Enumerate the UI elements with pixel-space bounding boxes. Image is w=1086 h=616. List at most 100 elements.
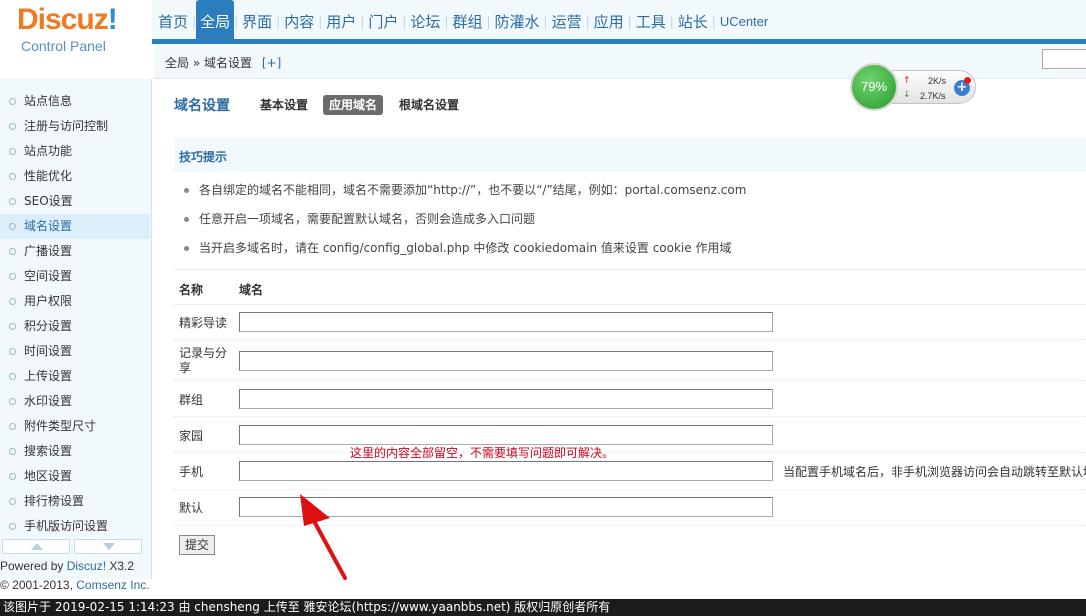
row-label: 精彩导读 xyxy=(179,316,228,330)
top-nav: 首页 | 全局 | 界面 | 内容 | 用户 | 门户 | 论坛 | 群组 | 防灌水 | 运营 | 应用 | 工具 | 站长 |… xyxy=(154,0,772,44)
sidebar-item-label: 性能优化 xyxy=(24,169,73,183)
tips-panel: 技巧提示 各自绑定的域名不能相同，域名不需要添加“http://”，也不要以“/… xyxy=(174,138,1086,266)
table-row: 群组 xyxy=(174,381,1086,417)
powered-by: Powered by Discuz! X3.2 xyxy=(0,559,135,573)
speed-percent: 79% xyxy=(850,63,898,111)
sidebar-item[interactable]: 水印设置 xyxy=(0,389,150,414)
arrow-up-icon xyxy=(31,543,43,550)
sidebar-scroll-buttons xyxy=(0,539,152,555)
row-label: 记录与分享 xyxy=(179,346,228,375)
logo-brand: Discuz! xyxy=(17,3,118,36)
domain-input-share[interactable] xyxy=(239,351,773,371)
breadcrumb-current: 域名设置 xyxy=(204,56,253,70)
domain-input-guide[interactable] xyxy=(239,312,773,332)
circle-bullet-icon xyxy=(9,398,16,405)
bullet-icon xyxy=(184,246,189,251)
tips-header: 技巧提示 xyxy=(174,138,1086,172)
circle-bullet-icon xyxy=(9,348,16,355)
logo[interactable]: Discuz! Control Panel xyxy=(0,0,152,72)
nav-item-10[interactable]: 应用 xyxy=(590,0,628,44)
breadcrumb: 全局 » 域名设置 [+] xyxy=(165,54,281,71)
circle-bullet-icon xyxy=(9,123,16,130)
arrow-down-icon xyxy=(103,543,115,550)
annotation-text: 这里的内容全部留空，不需要填写问题即可解决。 xyxy=(350,446,615,460)
discuz-link[interactable]: Discuz! xyxy=(67,559,106,573)
circle-bullet-icon xyxy=(9,323,16,330)
row-label: 手机 xyxy=(179,465,204,479)
tip-item: 任意开启一项域名，需要配置默认域名，否则会造成多入口问题 xyxy=(184,210,535,227)
mobile-domain-note: 当配置手机域名后，非手机浏览器访问会自动跳转至默认域 xyxy=(783,465,1086,479)
nav-item-3[interactable]: 内容 xyxy=(280,0,318,44)
sidebar-item[interactable]: 上传设置 xyxy=(0,364,150,389)
nav-item-6[interactable]: 论坛 xyxy=(406,0,444,44)
circle-bullet-icon xyxy=(9,473,16,480)
sidebar-item-label: 排行榜设置 xyxy=(24,494,85,508)
comsenz-link[interactable]: Comsenz Inc. xyxy=(76,578,149,592)
sidebar-item-label: 域名设置 xyxy=(24,219,73,233)
sidebar-item[interactable]: 域名设置 xyxy=(0,214,150,239)
sidebar-item[interactable]: 搜索设置 xyxy=(0,439,150,464)
sidebar-item[interactable]: 地区设置 xyxy=(0,464,150,489)
sidebar-item[interactable]: 站点功能 xyxy=(0,139,150,164)
nav-item-13[interactable]: UCenter xyxy=(716,0,772,44)
nav-item-5[interactable]: 门户 xyxy=(364,0,402,44)
breadcrumb-parent[interactable]: 全局 xyxy=(165,56,189,70)
sidebar-item-label: 手机版访问设置 xyxy=(24,519,109,533)
red-arrow-icon xyxy=(300,494,347,580)
sidebar-item[interactable]: 用户权限 xyxy=(0,289,150,314)
sidebar-item[interactable]: 附件类型尺寸 xyxy=(0,414,150,439)
watermark-bar: 该图片于 2019-02-15 1:14:23 由 chensheng 上传至 … xyxy=(0,599,1086,616)
sidebar-item[interactable]: 时间设置 xyxy=(0,339,150,364)
scroll-down-button[interactable] xyxy=(74,539,142,554)
upload-speed: 2K/s xyxy=(928,76,947,86)
tab-app-domains[interactable]: 应用域名 xyxy=(323,95,384,115)
nav-item-0[interactable]: 首页 xyxy=(154,0,192,44)
sidebar-item-label: 上传设置 xyxy=(24,369,73,383)
sidebar-item[interactable]: 站点信息 xyxy=(0,89,150,114)
nav-item-2[interactable]: 界面 xyxy=(238,0,276,44)
circle-bullet-icon xyxy=(9,523,16,530)
scroll-up-button[interactable] xyxy=(2,539,70,554)
sidebar-item-label: 积分设置 xyxy=(24,319,73,333)
nav-item-4[interactable]: 用户 xyxy=(322,0,360,44)
network-speed-widget[interactable]: 79% ↑ ↓ 2K/s 2.7K/s + xyxy=(850,63,978,113)
sidebar-item[interactable]: 性能优化 xyxy=(0,164,150,189)
domain-input-home[interactable] xyxy=(239,425,773,445)
sidebar-item[interactable]: 手机版访问设置 xyxy=(0,514,150,539)
download-arrow-icon: ↓ xyxy=(903,90,911,100)
sidebar-item-label: 水印设置 xyxy=(24,394,73,408)
nav-item-1[interactable]: 全局 xyxy=(196,0,235,44)
sidebar-item[interactable]: 广播设置 xyxy=(0,239,150,264)
notification-dot xyxy=(964,77,971,84)
bullet-icon xyxy=(184,188,189,193)
sidebar-item[interactable]: 注册与访问控制 xyxy=(0,114,150,139)
sidebar-item-label: SEO设置 xyxy=(24,194,73,208)
tab-root-domain-settings[interactable]: 根域名设置 xyxy=(393,95,465,115)
sidebar-item[interactable]: 空间设置 xyxy=(0,264,150,289)
sidebar-item-label: 用户权限 xyxy=(24,294,73,308)
nav-item-8[interactable]: 防灌水 xyxy=(491,0,544,44)
circle-bullet-icon xyxy=(9,298,16,305)
search-input[interactable] xyxy=(1042,49,1086,69)
sidebar-item[interactable]: 积分设置 xyxy=(0,314,150,339)
nav-item-11[interactable]: 工具 xyxy=(632,0,670,44)
circle-bullet-icon xyxy=(9,373,16,380)
sidebar-item[interactable]: 排行榜设置 xyxy=(0,489,150,514)
sidebar: 站点信息 注册与访问控制 站点功能性能优化 SEO设置域名设置广播设置 空间设置用户权限… xyxy=(0,79,152,579)
submit-button[interactable]: 提交 xyxy=(179,535,216,555)
logo-subtitle: Control Panel xyxy=(21,38,106,54)
table-row: 精彩导读 xyxy=(174,306,1086,340)
domain-input-mobile[interactable] xyxy=(239,461,773,481)
circle-bullet-icon xyxy=(9,148,16,155)
circle-bullet-icon xyxy=(9,273,16,280)
nav-item-12[interactable]: 站长 xyxy=(674,0,712,44)
tab-basic-settings[interactable]: 基本设置 xyxy=(254,95,314,115)
add-shortcut-button[interactable]: [+] xyxy=(262,56,281,70)
nav-item-7[interactable]: 群组 xyxy=(448,0,486,44)
sidebar-item[interactable]: SEO设置 xyxy=(0,189,150,214)
circle-bullet-icon xyxy=(9,223,16,230)
nav-item-9[interactable]: 运营 xyxy=(548,0,586,44)
table-row: 记录与分享 xyxy=(174,340,1086,381)
circle-bullet-icon xyxy=(9,423,16,430)
domain-input-group[interactable] xyxy=(239,389,773,409)
